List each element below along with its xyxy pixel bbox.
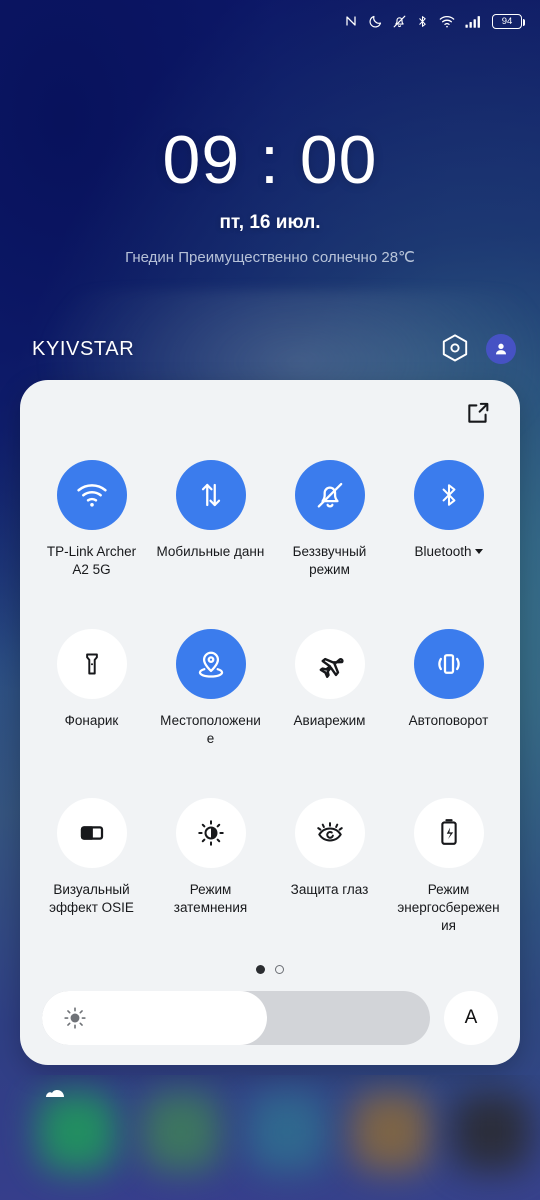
tile-icon-circle <box>413 629 484 699</box>
dnd-moon-icon <box>369 15 382 27</box>
tile-location[interactable]: Местоположение <box>151 615 270 780</box>
tile-icon-circle <box>56 629 127 699</box>
tile-label: Режим затемнения <box>173 882 248 915</box>
chevron-down-icon[interactable] <box>474 549 483 554</box>
page-dot-1[interactable] <box>256 964 265 974</box>
carrier-name: KYIVSTAR <box>32 337 135 360</box>
mobile-data-icon <box>201 483 220 507</box>
battery-saver-icon <box>440 819 457 845</box>
weather-summary: Гнедин Преимущественно солнечно 28℃ <box>125 249 415 266</box>
quick-settings-panel: TP-Link Archer A2 5G Мобильные данные <box>20 380 520 1065</box>
tile-icon-circle <box>294 460 365 530</box>
tile-label: Местоположение <box>160 713 261 746</box>
notifications-muted-icon <box>393 15 406 27</box>
eye-comfort-icon <box>316 822 343 842</box>
airplane-icon <box>319 657 344 678</box>
bell-slash-icon <box>317 482 342 508</box>
tile-wifi[interactable]: TP-Link Archer A2 5G <box>32 446 151 611</box>
page-dot-2[interactable] <box>275 964 284 974</box>
tile-icon-circle <box>413 798 484 868</box>
tile-icon-circle <box>175 798 246 868</box>
tile-eye-comfort[interactable]: Защита глаз <box>270 784 389 949</box>
tile-label: Авиарежим <box>293 713 366 728</box>
edit-icon[interactable] <box>465 400 491 426</box>
location-pin-icon <box>198 651 223 678</box>
osie-visual-effect-icon <box>80 826 103 840</box>
lockscreen-clock-block: 09 : 00 пт, 16 июл. Гнедин Преимуществен… <box>0 126 540 266</box>
clock-time: 09 : 00 <box>162 122 378 198</box>
tile-icon-circle <box>413 460 484 530</box>
tile-auto-rotate[interactable]: Автоповорот <box>389 615 508 780</box>
auto-brightness-label: A <box>464 1007 478 1028</box>
tile-silent-mode[interactable]: Беззвучный режим <box>270 446 389 611</box>
tile-label: Фонарик <box>64 713 119 728</box>
brightness-slider[interactable] <box>42 991 430 1045</box>
tile-airplane-mode[interactable]: Авиарежим <box>270 615 389 780</box>
tile-bluetooth[interactable]: Bluetooth <box>389 446 508 611</box>
cellular-signal-icon <box>465 15 480 28</box>
tile-icon-circle <box>175 460 246 530</box>
bluetooth-icon <box>442 484 455 506</box>
tile-label: Мобильные данные <box>156 544 265 559</box>
wifi-icon <box>76 484 107 507</box>
quick-settings-tile-grid: TP-Link Archer A2 5G Мобильные данные <box>20 446 520 949</box>
tile-icon-circle <box>175 629 246 699</box>
clock-date: пт, 16 июл. <box>219 212 321 233</box>
tile-battery-saver[interactable]: Режим энергосбережения <box>389 784 508 949</box>
app-icon-blob <box>248 1093 326 1171</box>
dark-mode-icon <box>197 820 224 846</box>
tile-label: Беззвучный режим <box>292 544 367 577</box>
tile-label: Визуальный эффект OSIE <box>49 882 134 915</box>
tile-icon-circle <box>294 629 365 699</box>
quick-settings-header <box>20 380 520 446</box>
carrier-actions <box>440 333 516 365</box>
tile-label: Защита глаз <box>290 882 369 897</box>
app-icon-blob <box>352 1093 430 1171</box>
tile-icon-circle <box>56 460 127 530</box>
battery-level-text: 94 <box>501 15 513 27</box>
tile-osie-visual-effect[interactable]: Визуальный эффект OSIE <box>32 784 151 949</box>
app-icon-blob <box>452 1093 530 1171</box>
weather-cloud-icon <box>46 1090 64 1097</box>
app-icon-blob <box>38 1093 116 1171</box>
user-avatar-icon <box>496 343 506 355</box>
auto-rotate-icon <box>437 654 460 674</box>
app-icon-blob <box>142 1093 220 1171</box>
auto-brightness-button[interactable]: A <box>444 991 498 1045</box>
hexagon-settings-icon[interactable] <box>440 333 470 365</box>
tile-mobile-data[interactable]: Мобильные данные <box>151 446 270 611</box>
tile-label: TP-Link Archer A2 5G <box>46 544 137 577</box>
bluetooth-icon <box>419 15 426 27</box>
tile-icon-circle <box>294 798 365 868</box>
user-avatar-button[interactable] <box>486 334 516 364</box>
flashlight-icon <box>85 653 98 675</box>
page-indicator <box>20 961 520 977</box>
wifi-icon <box>439 15 455 28</box>
tile-label: Автоповорот <box>408 713 489 728</box>
battery-indicator: 94 <box>492 13 525 29</box>
status-bar: 94 <box>0 0 540 42</box>
tile-label: Bluetooth <box>395 543 503 561</box>
tile-flashlight[interactable]: Фонарик <box>32 615 151 780</box>
tile-dark-mode[interactable]: Режим затемнения <box>151 784 270 949</box>
tile-icon-circle <box>56 798 127 868</box>
tile-label-text: Bluetooth <box>414 544 472 559</box>
carrier-row: KYIVSTAR <box>0 322 540 376</box>
brightness-sun-icon <box>64 1007 86 1029</box>
tile-label: Режим энергосбережения <box>397 882 500 933</box>
nfc-icon <box>346 16 356 26</box>
home-screen-blurred <box>0 1075 540 1200</box>
brightness-row: A <box>20 991 520 1045</box>
